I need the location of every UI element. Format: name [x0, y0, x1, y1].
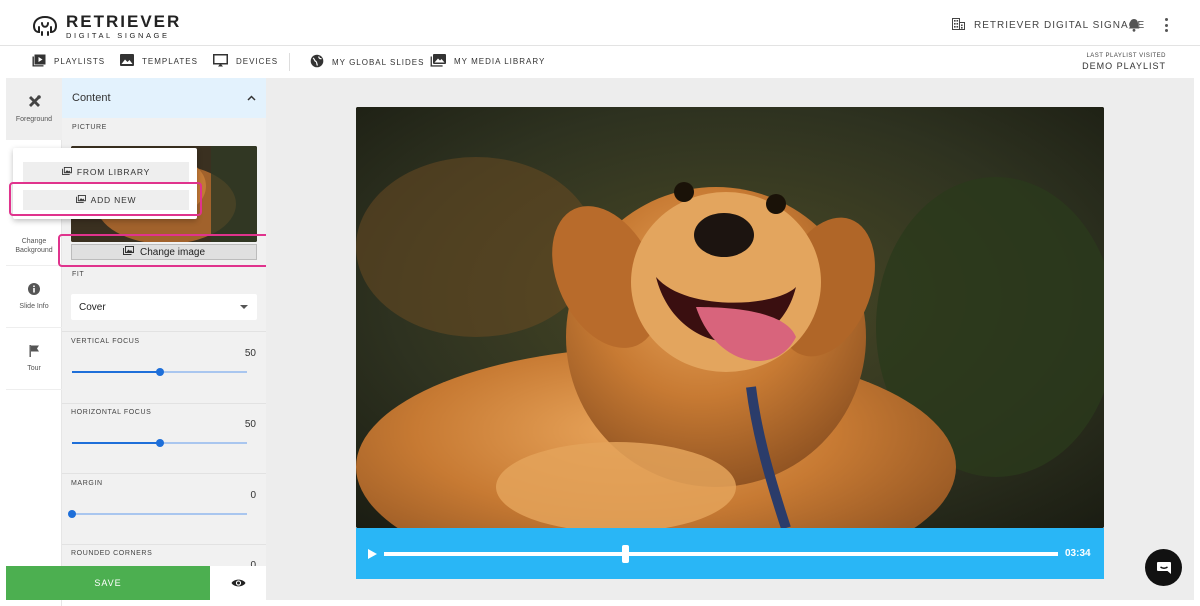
from-library-button[interactable]: FROM LIBRARY	[23, 162, 189, 182]
section-divider	[62, 403, 266, 404]
picture-label: PICTURE	[72, 124, 107, 131]
nav-label-media-library: MY MEDIA LIBRARY	[454, 57, 546, 66]
nav-item-global-slides[interactable]: MY GLOBAL SLIDES	[310, 54, 424, 70]
vertical-focus-label: VERTICAL FOCUS	[71, 338, 140, 345]
app-root: RETRIEVER DIGITAL SIGNAGE RETRIEVER DIGI…	[0, 0, 1200, 606]
brand-title: RETRIEVER	[66, 12, 182, 31]
horizontal-focus-slider[interactable]	[72, 439, 247, 447]
section-divider	[62, 544, 266, 545]
content-section-title: Content	[72, 92, 111, 104]
section-divider	[62, 473, 266, 474]
margin-slider[interactable]	[68, 510, 247, 518]
scrubber-handle[interactable]	[622, 545, 629, 563]
video-player-controls: 03:34	[356, 528, 1104, 579]
slider-fill	[72, 371, 160, 373]
margin-value: 0	[250, 490, 256, 501]
notifications-bell-icon[interactable]	[1128, 18, 1140, 37]
vertical-focus-slider[interactable]	[72, 368, 247, 376]
slider-thumb[interactable]	[155, 439, 164, 447]
rounded-corners-label: ROUNDED CORNERS	[71, 550, 153, 557]
more-options-icon[interactable]	[1162, 18, 1170, 32]
nav-item-playlists[interactable]: PLAYLISTS	[32, 54, 105, 69]
building-icon	[952, 18, 965, 33]
horizontal-focus-label: HORIZONTAL FOCUS	[71, 409, 152, 416]
rail-label-foreground: Foreground	[15, 115, 53, 123]
rail-item-tour[interactable]: Tour	[6, 328, 62, 390]
vertical-focus-value: 50	[244, 348, 256, 359]
slider-thumb[interactable]	[155, 368, 164, 376]
monitor-icon	[213, 54, 228, 69]
change-image-label: Change image	[139, 246, 206, 258]
slider-fill	[72, 442, 160, 444]
organization-name: RETRIEVER DIGITAL SIGNAGE	[974, 20, 1146, 31]
fit-select[interactable]: Cover	[71, 294, 257, 320]
chevron-up-icon	[247, 92, 256, 104]
nav-label-global-slides: MY GLOBAL SLIDES	[332, 57, 425, 67]
slide-preview-image	[356, 107, 1104, 528]
content-section-header[interactable]: Content	[62, 78, 266, 118]
top-header: RETRIEVER DIGITAL SIGNAGE RETRIEVER DIGI…	[0, 0, 1200, 46]
globe-icon	[310, 54, 324, 70]
images-icon	[75, 195, 86, 205]
rail-label-change-background: Change Background	[15, 238, 53, 254]
nav-label-devices: DEVICES	[236, 57, 279, 66]
margin-label: MARGIN	[71, 480, 103, 487]
nav-label-playlists: PLAYLISTS	[54, 57, 106, 66]
rail-label-tour: Tour	[27, 365, 41, 372]
playlist-icon	[32, 54, 46, 69]
last-playlist-visited[interactable]: LAST PLAYLIST VISITED DEMO PLAYLIST	[1082, 53, 1166, 71]
add-new-label: ADD NEW	[90, 195, 137, 205]
nav-item-devices[interactable]: DEVICES	[213, 54, 278, 69]
media-library-icon	[430, 54, 446, 69]
rail-item-slide-info[interactable]: Slide Info	[6, 266, 62, 328]
change-image-button[interactable]: Change image	[71, 244, 257, 260]
images-icon	[62, 167, 72, 177]
dropdown-caret-icon	[240, 305, 248, 309]
slider-track	[72, 513, 247, 515]
playback-scrubber[interactable]	[384, 552, 1058, 556]
preview-eye-icon[interactable]	[210, 566, 266, 600]
image-source-menu: FROM LIBRARY ADD NEW	[13, 148, 197, 219]
slider-thumb[interactable]	[68, 510, 76, 518]
image-icon	[120, 54, 134, 68]
brand-logo[interactable]: RETRIEVER DIGITAL SIGNAGE	[32, 13, 181, 40]
section-divider	[62, 331, 266, 332]
nav-label-templates: TEMPLATES	[142, 56, 198, 66]
tools-icon	[28, 94, 41, 110]
playback-time: 03:34	[1065, 548, 1091, 559]
flag-icon	[29, 345, 40, 359]
retriever-logo-icon	[32, 15, 58, 37]
fit-selected-value: Cover	[79, 301, 106, 313]
last-playlist-name: DEMO PLAYLIST	[1082, 61, 1166, 71]
images-icon	[122, 246, 134, 258]
rail-label-slide-info: Slide Info	[19, 303, 49, 310]
last-playlist-caption: LAST PLAYLIST VISITED	[1086, 53, 1166, 59]
play-icon[interactable]	[368, 549, 377, 559]
nav-divider	[289, 53, 290, 71]
fit-label: FIT	[72, 271, 85, 278]
save-label: SAVE	[94, 578, 122, 588]
save-button[interactable]: SAVE	[6, 566, 210, 600]
from-library-label: FROM LIBRARY	[76, 167, 151, 177]
nav-item-media-library[interactable]: MY MEDIA LIBRARY	[430, 54, 545, 69]
main-nav: PLAYLISTS TEMPLATES DEVICES MY GLOBAL SL…	[0, 46, 1200, 78]
horizontal-focus-value: 50	[244, 419, 256, 430]
brand-subtitle: DIGITAL SIGNAGE	[66, 31, 170, 40]
nav-item-templates[interactable]: TEMPLATES	[120, 54, 198, 68]
info-icon	[28, 283, 40, 297]
chat-support-icon[interactable]	[1145, 549, 1182, 586]
rail-item-foreground[interactable]: Foreground	[6, 78, 62, 140]
organization-switcher[interactable]: RETRIEVER DIGITAL SIGNAGE	[952, 18, 1145, 33]
add-new-button[interactable]: ADD NEW	[23, 190, 189, 210]
